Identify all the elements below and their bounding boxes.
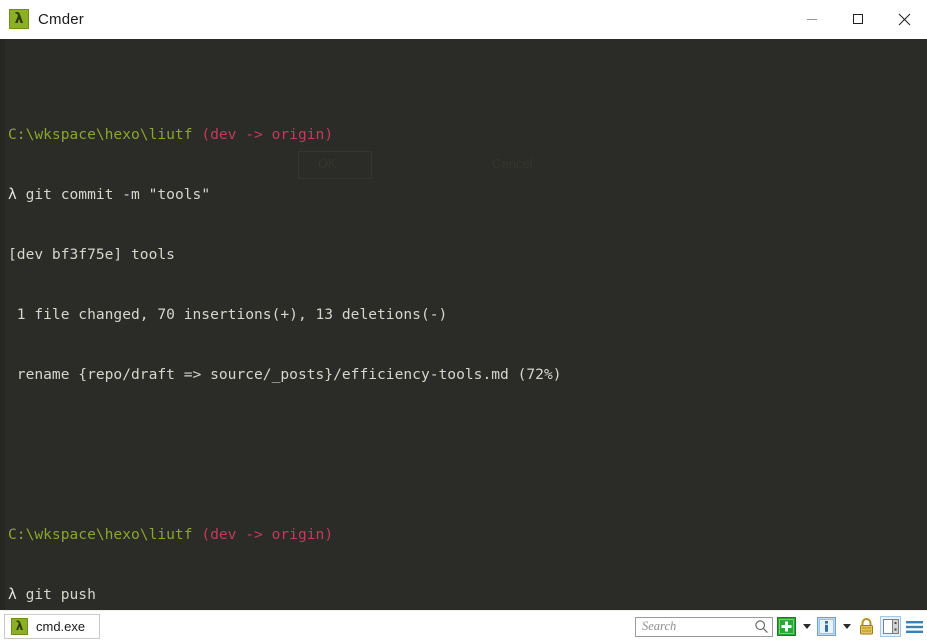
minimize-button[interactable] [789, 0, 835, 38]
close-icon [898, 13, 910, 25]
lock-icon [860, 618, 873, 635]
info-button[interactable] [816, 616, 837, 637]
lock-button[interactable] [856, 616, 877, 637]
close-button[interactable] [881, 0, 927, 38]
terminal-output: C:\wkspace\hexo\liutf (dev -> origin) λ … [8, 45, 927, 610]
maximize-icon [853, 14, 863, 24]
split-panel-icon [882, 619, 899, 634]
command-line: λ git commit -m "tools" [8, 185, 927, 205]
prompt-path: C:\wkspace\hexo\liutf [8, 526, 193, 543]
terminal-left-edge [0, 39, 5, 610]
search-box[interactable]: Search [635, 616, 773, 637]
prompt-branch: (dev -> origin) [201, 526, 334, 543]
tab-cmd-exe[interactable]: λ cmd.exe [4, 614, 100, 639]
toggle-panel-button[interactable] [880, 616, 901, 637]
prompt-line: C:\wkspace\hexo\liutf (dev -> origin) [8, 125, 927, 145]
window-controls [789, 0, 927, 38]
prompt-symbol: λ [8, 186, 17, 203]
info-dropdown[interactable] [840, 616, 853, 637]
prompt-path: C:\wkspace\hexo\liutf [8, 126, 193, 143]
command-text: git commit -m "tools" [25, 186, 211, 203]
prompt-symbol: λ [8, 586, 17, 603]
output-line: 1 file changed, 70 insertions(+), 13 del… [8, 306, 448, 323]
lambda-icon: λ [9, 9, 29, 29]
terminal-panel[interactable]: OK Cancel C:\wkspace\hexo\liutf (dev -> … [0, 39, 927, 610]
tab-label: cmd.exe [36, 619, 86, 634]
magnifier-icon[interactable] [754, 619, 769, 634]
output-line: [dev bf3f75e] tools [8, 246, 175, 263]
prompt-line: C:\wkspace\hexo\liutf (dev -> origin) [8, 525, 927, 545]
chevron-down-icon [802, 624, 811, 629]
chevron-down-icon [842, 624, 851, 629]
title-bar-left: λ Cmder [0, 9, 84, 29]
maximize-button[interactable] [835, 0, 881, 38]
status-bar-tools: Search [635, 611, 925, 642]
window-title: Cmder [38, 10, 85, 28]
status-bar: λ cmd.exe Search [0, 610, 927, 642]
command-text: git push [25, 586, 96, 603]
prompt-branch: (dev -> origin) [201, 126, 334, 143]
minimize-icon [807, 19, 817, 20]
lambda-icon: λ [11, 618, 28, 635]
hamburger-icon [906, 620, 923, 633]
green-plus-icon [777, 617, 796, 636]
command-line: λ git push [8, 585, 927, 605]
output-line: rename {repo/draft => source/_posts}/eff… [8, 366, 562, 383]
info-icon [817, 617, 836, 636]
new-console-dropdown[interactable] [800, 616, 813, 637]
title-bar: λ Cmder [0, 0, 927, 39]
new-console-button[interactable] [776, 616, 797, 637]
menu-button[interactable] [904, 616, 925, 637]
search-input[interactable]: Search [642, 619, 754, 634]
